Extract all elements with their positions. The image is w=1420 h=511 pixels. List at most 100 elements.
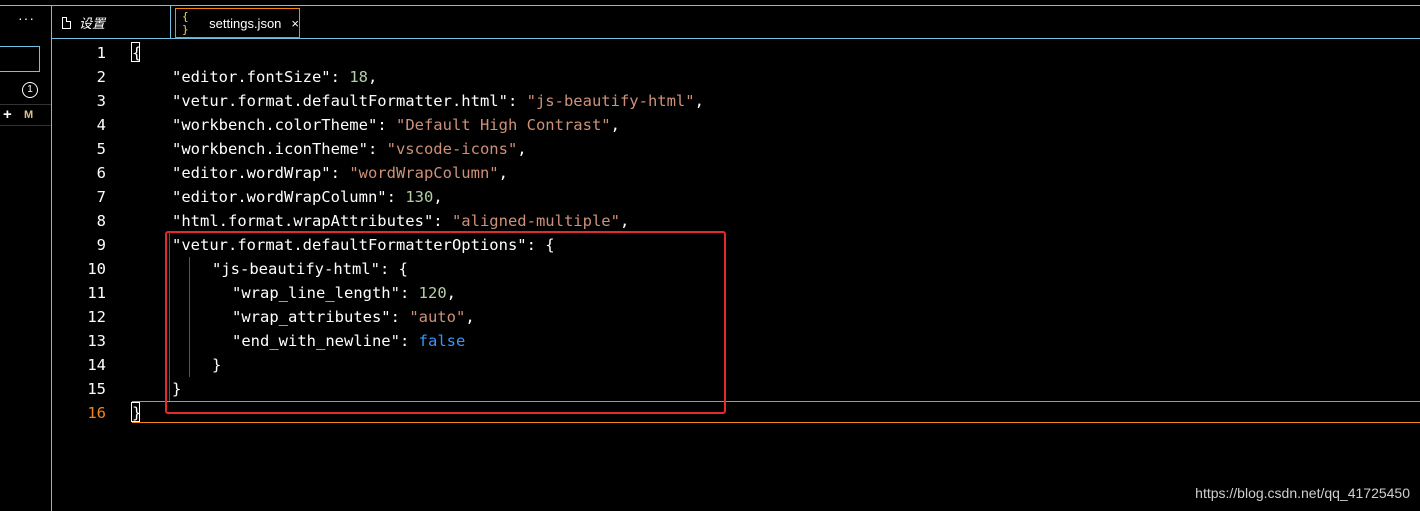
line-number: 5: [96, 140, 106, 158]
code-text: "wrap_line_length": 120,: [232, 284, 456, 302]
code-line[interactable]: 3 "vetur.format.defaultFormatter.html": "…: [52, 89, 1420, 113]
code-text: "js-beautify-html": {: [212, 260, 408, 278]
line-number: 10: [87, 260, 106, 278]
line-number: 16: [87, 404, 106, 422]
code-text: "vetur.format.defaultFormatter.html": "j…: [172, 92, 704, 110]
line-number: 14: [87, 356, 106, 374]
line-number: 12: [87, 308, 106, 326]
code-text: "workbench.iconTheme": "vscode-icons",: [172, 140, 527, 158]
line-number: 2: [96, 68, 106, 86]
code-line[interactable]: 2 "editor.fontSize": 18,: [52, 65, 1420, 89]
code-line[interactable]: 13 "end_with_newline": false: [52, 329, 1420, 353]
json-key: "editor.wordWrap": [172, 164, 331, 182]
code-punctuation: ,: [619, 212, 630, 230]
code-text: "html.format.wrapAttributes": "aligned-m…: [172, 212, 630, 230]
json-value: "js-beautify-html": [526, 92, 695, 110]
json-value: "vscode-icons": [386, 140, 518, 158]
code-punctuation: }: [172, 380, 182, 398]
line-number: 8: [96, 212, 106, 230]
json-key: "end_with_newline": [232, 332, 400, 350]
code-text: }: [172, 377, 181, 401]
code-line[interactable]: 11 "wrap_line_length": 120,: [52, 281, 1420, 305]
code-line[interactable]: 1{: [52, 41, 1420, 65]
sidebar: ··· 1 + M: [0, 6, 52, 511]
json-value: 130: [405, 188, 434, 206]
code-punctuation: ,: [610, 116, 620, 134]
json-key: "wrap_line_length": [232, 284, 400, 302]
json-file-icon: { }: [182, 10, 190, 36]
code-text: "editor.fontSize": 18,: [172, 68, 378, 86]
line-number: 3: [96, 92, 106, 110]
tab-settings[interactable]: 设置: [52, 6, 171, 39]
code-text: "editor.wordWrapColumn": 130,: [172, 188, 443, 206]
json-value: false: [418, 332, 466, 350]
json-key: "workbench.iconTheme": [172, 140, 368, 158]
json-value: {: [545, 236, 555, 254]
code-text: "wrap_attributes": "auto",: [232, 308, 475, 326]
code-line[interactable]: 12 "wrap_attributes": "auto",: [52, 305, 1420, 329]
line-number: 9: [96, 236, 106, 254]
json-key: "wrap_attributes": [232, 308, 391, 326]
code-line[interactable]: 15}: [52, 377, 1420, 401]
code-line[interactable]: 9 "vetur.format.defaultFormatterOptions":…: [52, 233, 1420, 257]
code-punctuation: ,: [367, 68, 378, 86]
code-punctuation: ,: [465, 308, 475, 326]
code-punctuation: }: [212, 356, 222, 374]
code-editor[interactable]: 1{2 "editor.fontSize": 18, 3 "vetur.format.…: [52, 40, 1420, 511]
code-punctuation: ,: [517, 140, 527, 158]
file-icon: [62, 16, 71, 29]
code-line[interactable]: 8 "html.format.wrapAttributes": "aligned-…: [52, 209, 1420, 233]
line-number: 15: [87, 380, 106, 398]
code-text: "editor.wordWrap": "wordWrapColumn",: [172, 164, 508, 182]
close-icon[interactable]: ×: [291, 16, 299, 31]
stage-plus-icon[interactable]: +: [3, 106, 12, 124]
code-punctuation: ,: [498, 164, 508, 182]
tab-bar: 设置 { } settings.json ×: [52, 6, 1420, 39]
json-key: "js-beautify-html": [212, 260, 380, 278]
json-value: "aligned-multiple": [451, 212, 620, 230]
json-value: "auto": [409, 308, 466, 326]
code-text: }: [132, 401, 141, 425]
code-punctuation: {: [132, 44, 142, 62]
more-actions-icon[interactable]: ···: [18, 10, 35, 26]
scm-file-row[interactable]: + M: [0, 104, 51, 126]
json-key: "html.format.wrapAttributes": [172, 212, 434, 230]
code-punctuation: ,: [433, 188, 443, 206]
modified-status-badge: M: [24, 109, 34, 121]
code-text: {: [132, 41, 141, 65]
code-text: "workbench.colorTheme": "Default High Co…: [172, 116, 620, 134]
tab-settings-json[interactable]: { } settings.json ×: [175, 8, 300, 38]
json-value: 18: [349, 68, 368, 86]
code-text: "end_with_newline": false: [232, 332, 466, 350]
json-key: "editor.fontSize": [172, 68, 331, 86]
json-value: {: [398, 260, 408, 278]
sidebar-input[interactable]: [0, 46, 40, 72]
json-value: 120: [418, 284, 447, 302]
code-text: "vetur.format.defaultFormatterOptions": …: [172, 236, 555, 254]
code-line[interactable]: 14}: [52, 353, 1420, 377]
line-number: 7: [96, 188, 106, 206]
code-line[interactable]: 5 "workbench.iconTheme": "vscode-icons",: [52, 137, 1420, 161]
code-line[interactable]: 10 "js-beautify-html": {: [52, 257, 1420, 281]
code-line[interactable]: 7 "editor.wordWrapColumn": 130,: [52, 185, 1420, 209]
code-line[interactable]: 16}: [52, 401, 1420, 425]
json-value: "Default High Contrast": [395, 116, 611, 134]
notification-badge: 1: [22, 82, 38, 98]
line-number: 1: [96, 44, 106, 62]
json-key: "editor.wordWrapColumn": [172, 188, 387, 206]
tab-label: settings.json: [209, 15, 282, 31]
code-punctuation: ,: [694, 92, 704, 110]
code-line[interactable]: 4 "workbench.colorTheme": "Default High C…: [52, 113, 1420, 137]
code-text: }: [212, 353, 221, 377]
code-line[interactable]: 6 "editor.wordWrap": "wordWrapColumn",: [52, 161, 1420, 185]
line-number: 4: [96, 116, 106, 134]
json-key: "vetur.format.defaultFormatterOptions": [172, 236, 527, 254]
line-number: 13: [87, 332, 106, 350]
line-number: 11: [87, 284, 106, 302]
line-number: 6: [96, 164, 106, 182]
watermark: https://blog.csdn.net/qq_41725450: [1195, 485, 1410, 501]
json-key: "vetur.format.defaultFormatter.html": [172, 92, 508, 110]
code-punctuation: }: [132, 404, 142, 422]
json-key: "workbench.colorTheme": [172, 116, 378, 134]
json-value: "wordWrapColumn": [349, 164, 499, 182]
